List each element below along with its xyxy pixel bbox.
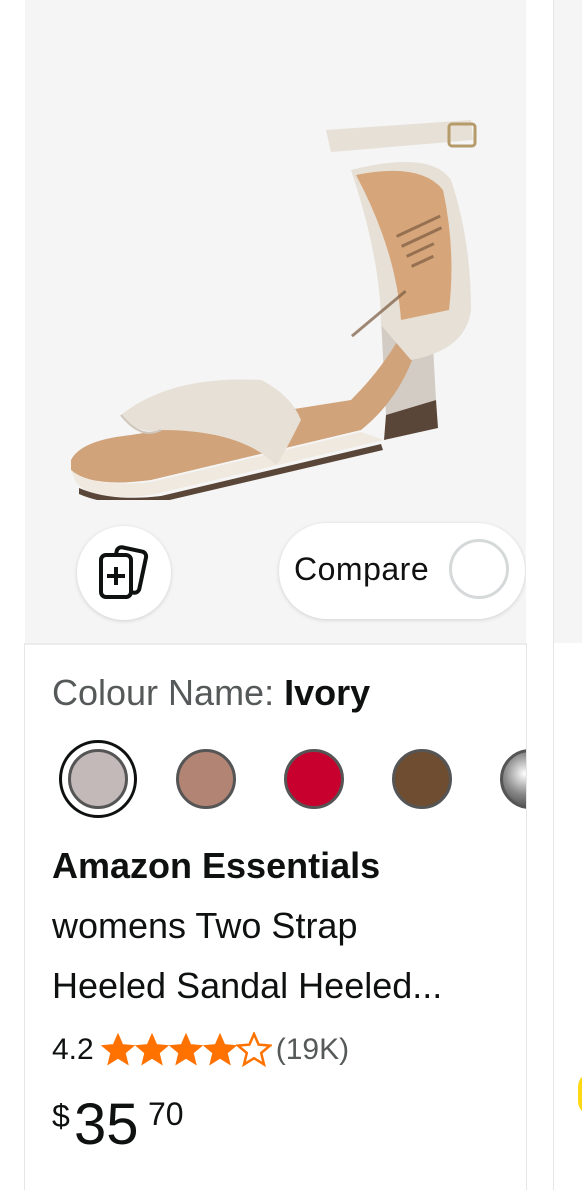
card-border xyxy=(526,643,527,1190)
swatch-ivory-fill xyxy=(68,749,128,809)
price-fraction: 70 xyxy=(148,1096,184,1132)
card-divider xyxy=(25,643,526,645)
review-count[interactable]: (19K) xyxy=(276,1033,349,1067)
product-listing-page: Compare Colour Name: Ivory Amazon Essenti… xyxy=(0,0,582,1190)
swatch-red[interactable] xyxy=(284,749,344,809)
product-image[interactable] xyxy=(51,110,501,500)
product-title[interactable]: Amazon Essentials womens Two Strap Heele… xyxy=(52,836,502,1016)
star-empty-icon xyxy=(235,1032,272,1068)
rating-row[interactable]: 4.2 (19K) xyxy=(52,1028,349,1072)
colour-name-value: Ivory xyxy=(284,672,371,713)
swatch-brown[interactable] xyxy=(392,749,452,809)
swatch-ivory[interactable] xyxy=(59,740,137,818)
star-filled-icon xyxy=(168,1032,203,1066)
compare-checkbox[interactable] xyxy=(449,539,509,599)
swatch-blush[interactable] xyxy=(176,749,236,809)
add-to-list-icon xyxy=(99,545,149,599)
card-border xyxy=(24,643,25,1190)
product-title-line: Heeled Sandal Heeled... xyxy=(52,965,443,1006)
star-filled-icon xyxy=(202,1032,237,1066)
product-image-area[interactable]: Compare xyxy=(25,0,526,643)
next-product-badge xyxy=(578,1072,582,1116)
next-product-image[interactable] xyxy=(554,0,582,643)
next-product-card[interactable] xyxy=(553,0,582,1190)
add-to-list-button[interactable] xyxy=(77,526,171,620)
compare-label: Compare xyxy=(294,551,430,587)
colour-name-row: Colour Name: Ivory xyxy=(52,672,370,714)
star-filled-icon xyxy=(100,1032,135,1066)
star-rating xyxy=(100,1032,272,1068)
product-brand: Amazon Essentials xyxy=(52,845,381,886)
price-symbol: $ xyxy=(52,1098,70,1134)
swatch-metallic[interactable] xyxy=(500,749,526,809)
compare-toggle[interactable]: Compare xyxy=(279,523,525,619)
product-title-line: womens Two Strap xyxy=(52,905,358,946)
star-filled-icon xyxy=(134,1032,169,1066)
colour-name-label: Colour Name: xyxy=(52,672,275,713)
colour-swatches xyxy=(0,740,526,820)
price-whole: 35 xyxy=(74,1092,139,1157)
rating-value: 4.2 xyxy=(52,1033,94,1066)
